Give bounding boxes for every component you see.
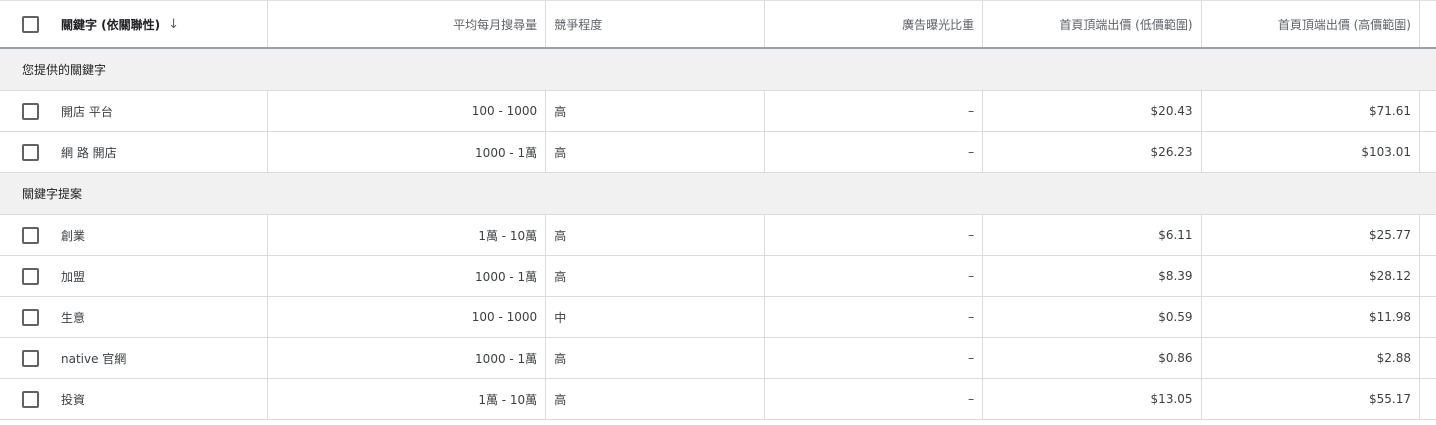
keyword-cell: 加盟 [0,256,269,296]
bid-low-cell: $8.39 [983,256,1202,296]
table-row: 網 路 開店 1000 - 1萬 高 – $26.23 $103.01 [0,132,1436,173]
competition-cell: 高 [546,215,765,255]
row-checkbox[interactable] [22,226,39,244]
sort-arrow-down-icon[interactable]: ↓ [168,17,179,32]
bid-high-cell: $11.98 [1202,297,1420,337]
impression-share-cell: – [765,338,984,378]
row-spacer [1420,215,1436,255]
competition-cell: 高 [546,132,765,172]
bid-high-cell: $25.77 [1202,215,1420,255]
bid-low-cell: $6.11 [983,215,1202,255]
table-row: 生意 100 - 1000 中 – $0.59 $11.98 [0,297,1436,338]
bid-high-cell: $71.61 [1202,91,1420,131]
bid-low-cell: $0.59 [983,297,1202,337]
volume-cell: 1萬 - 10萬 [268,379,547,419]
impression-share-cell: – [765,215,984,255]
header-avg-monthly[interactable]: 平均每月搜尋量 [268,1,547,47]
table-row: 創業 1萬 - 10萬 高 – $6.11 $25.77 [0,215,1436,256]
keyword-cell: 投資 [0,379,269,419]
row-spacer [1420,91,1436,131]
impression-share-cell: – [765,379,984,419]
bid-high-cell: $103.01 [1202,132,1420,172]
competition-cell: 高 [546,379,765,419]
volume-cell: 1000 - 1萬 [268,338,547,378]
keyword-cell: 生意 [0,297,269,337]
group-header-provided: 您提供的關鍵字 [0,49,1436,91]
select-all-checkbox[interactable] [22,15,39,33]
bid-low-cell: $0.86 [983,338,1202,378]
keyword-text: 開店 平台 [61,104,113,119]
header-competition[interactable]: 競爭程度 [546,1,765,47]
bid-high-cell: $28.12 [1202,256,1420,296]
bid-high-cell: $55.17 [1202,379,1420,419]
keyword-cell: 開店 平台 [0,91,269,131]
header-spacer [1420,1,1436,47]
impression-share-cell: – [765,132,984,172]
header-bid-high[interactable]: 首頁頂端出價 (高價範圍) [1202,1,1420,47]
row-checkbox[interactable] [22,390,39,408]
row-spacer [1420,132,1436,172]
bid-low-cell: $26.23 [983,132,1202,172]
row-checkbox[interactable] [22,267,39,285]
impression-share-cell: – [765,297,984,337]
volume-cell: 100 - 1000 [268,91,547,131]
header-keyword-cell[interactable]: 關鍵字 (依關聯性) ↓ [0,1,269,47]
table-row: 加盟 1000 - 1萬 高 – $8.39 $28.12 [0,256,1436,297]
competition-cell: 高 [546,91,765,131]
keyword-table: 關鍵字 (依關聯性) ↓ 平均每月搜尋量 競爭程度 廣告曝光比重 首頁頂端出價 … [0,0,1436,420]
volume-cell: 1萬 - 10萬 [268,215,547,255]
table-row: 開店 平台 100 - 1000 高 – $20.43 $71.61 [0,91,1436,132]
bid-low-cell: $13.05 [983,379,1202,419]
row-spacer [1420,338,1436,378]
header-bid-low[interactable]: 首頁頂端出價 (低價範圍) [983,1,1202,47]
group-header-suggestions: 關鍵字提案 [0,173,1436,215]
keyword-text: 網 路 開店 [61,145,117,160]
keyword-text: 投資 [61,392,86,407]
volume-cell: 100 - 1000 [268,297,547,337]
keyword-text: 生意 [61,310,86,325]
keyword-text: 加盟 [61,269,86,284]
competition-cell: 高 [546,256,765,296]
keyword-cell: 網 路 開店 [0,132,269,172]
impression-share-cell: – [765,91,984,131]
row-spacer [1420,297,1436,337]
keyword-cell: 創業 [0,215,269,255]
row-spacer [1420,379,1436,419]
volume-cell: 1000 - 1萬 [268,132,547,172]
row-checkbox[interactable] [22,102,39,120]
header-keyword[interactable]: 關鍵字 (依關聯性) [61,16,160,33]
competition-cell: 中 [546,297,765,337]
keyword-text: 創業 [61,228,86,243]
keyword-text: native 官網 [61,351,127,366]
keyword-cell: native 官網 [0,338,269,378]
row-checkbox[interactable] [22,143,39,161]
row-checkbox[interactable] [22,349,39,367]
row-checkbox[interactable] [22,308,39,326]
competition-cell: 高 [546,338,765,378]
volume-cell: 1000 - 1萬 [268,256,547,296]
table-row: native 官網 1000 - 1萬 高 – $0.86 $2.88 [0,338,1436,379]
table-row: 投資 1萬 - 10萬 高 – $13.05 $55.17 [0,379,1436,420]
row-spacer [1420,256,1436,296]
table-header: 關鍵字 (依關聯性) ↓ 平均每月搜尋量 競爭程度 廣告曝光比重 首頁頂端出價 … [0,0,1436,49]
impression-share-cell: – [765,256,984,296]
bid-high-cell: $2.88 [1202,338,1420,378]
header-impression-share[interactable]: 廣告曝光比重 [765,1,984,47]
bid-low-cell: $20.43 [983,91,1202,131]
